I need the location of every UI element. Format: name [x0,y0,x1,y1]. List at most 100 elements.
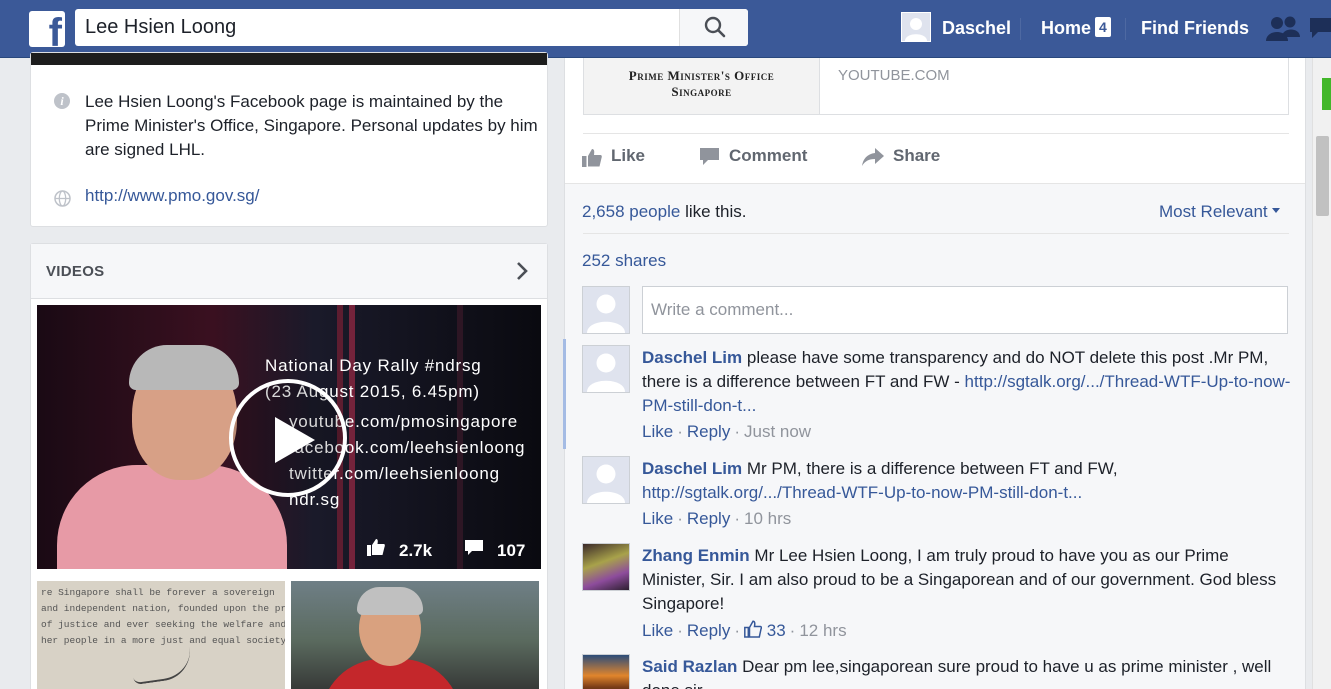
comment-like-button[interactable]: Like [642,509,673,528]
comment-like-number: 33 [766,621,786,640]
like-label: Like [611,146,646,165]
nav-find-friends[interactable]: Find Friends [1141,0,1249,57]
share-arrow-icon [862,148,884,166]
caret-down-icon [1272,208,1281,213]
videos-header[interactable]: VIDEOS [31,244,547,299]
nav-divider [1020,18,1021,40]
comment-input[interactable] [642,286,1288,334]
comment-text: Mr PM, there is a difference between FT … [746,459,1118,478]
info-icon: i [54,93,70,109]
pmo-logo-line2: Singapore [671,84,732,99]
divider [583,133,1289,134]
nav-home[interactable]: Home 4 [1041,0,1111,57]
comment-text: Dear pm lee,singaporean sure proud to ha… [642,657,1272,689]
comment-reply-button[interactable]: Reply [687,509,730,528]
video-comment-count: 107 [497,541,526,560]
play-icon [275,417,315,463]
website-link[interactable]: http://www.pmo.gov.sg/ [85,186,259,206]
nav-home-label: Home [1041,18,1092,38]
nav-user-name[interactable]: Daschel [942,0,1011,57]
featured-video[interactable]: National Day Rally #ndrsg (23 August 201… [37,305,541,569]
pmo-logo-line1: Prime Minister's Office [628,68,775,83]
thumbs-up-icon [367,539,385,556]
likes-count-link[interactable]: 2,658 people [582,202,680,221]
home-notification-badge: 4 [1095,17,1111,37]
link-preview[interactable]: Prime Minister's Office Singapore YOUTUB… [583,58,1289,115]
commenter-avatar[interactable] [582,345,630,393]
videos-card: VIDEOS National Day Rally #ndrsg (23 Aug… [30,243,548,689]
scrollbar-thumb[interactable] [1316,136,1329,216]
comment-button[interactable]: Comment [700,146,808,166]
about-card: i Lee Hsien Loong's Facebook page is mai… [30,52,548,227]
comment-author[interactable]: Daschel Lim [642,459,742,478]
share-button[interactable]: Share [862,146,941,166]
comment-time[interactable]: 12 hrs [799,621,846,640]
likes-summary: 2,658 people like this. [582,202,746,222]
comment-reply-button[interactable]: Reply [687,422,730,441]
default-avatar-icon [583,346,629,392]
comment-icon [700,148,719,165]
comment-like-button[interactable]: Like [642,422,673,441]
chat-online-indicator [1322,78,1331,110]
commenter-avatar[interactable] [582,654,630,689]
video-thumbnail[interactable] [291,581,539,689]
comment-reply-button[interactable]: Reply [687,621,730,640]
video-person [129,345,239,390]
comment-body: Daschel Lim please have some transparenc… [642,346,1292,418]
commenter-avatar[interactable] [582,456,630,504]
default-avatar-icon [583,457,629,503]
comment-body: Daschel Lim Mr PM, there is a difference… [642,457,1292,505]
search-input[interactable] [75,9,679,46]
comment-actions: Like · Reply · 33 · 12 hrs [642,620,847,640]
pmo-logo: Prime Minister's Office Singapore [584,58,820,114]
comment-like-count[interactable]: 33 [744,620,786,640]
cover-strip [31,53,547,65]
user-avatar[interactable] [901,12,931,42]
divider [583,233,1289,234]
like-button[interactable]: Like [582,146,646,167]
video-thumbnail[interactable]: re Singapore shall be forever a sovereig… [37,581,285,689]
likes-suffix: like this. [685,202,747,221]
new-comment-highlight [563,339,566,449]
commenter-avatar[interactable] [582,286,630,334]
comment-body: Zhang Enmin Mr Lee Hsien Loong, I am tru… [642,544,1292,616]
post-column: Prime Minister's Office Singapore YOUTUB… [563,58,1306,689]
comment-actions: Like · Reply · 10 hrs [642,509,792,528]
video-like-count: 2.7k [399,541,433,560]
chevron-right-icon[interactable] [515,261,529,281]
thumbs-up-icon [582,149,602,167]
facebook-logo-icon[interactable]: f [29,11,65,47]
friend-requests-icon[interactable] [1266,15,1300,41]
share-label: Share [893,146,941,165]
comment-label: Comment [729,146,808,165]
messages-icon[interactable] [1310,16,1331,40]
comment-like-button[interactable]: Like [642,621,673,640]
default-avatar-icon [583,287,629,333]
comment-body: Said Razlan Dear pm lee,singaporean sure… [642,655,1292,689]
default-avatar-icon [902,13,930,41]
page-scrollbar[interactable] [1312,58,1331,689]
feedback-section: 2,658 people like this. Most Relevant 25… [563,183,1305,689]
comment-link[interactable]: http://sgtalk.org/.../Thread-WTF-Up-to-n… [642,483,1082,502]
shares-count-link[interactable]: 252 shares [582,251,666,271]
comment-author[interactable]: Daschel Lim [642,348,742,367]
comment-icon [465,540,483,555]
search-icon [704,16,726,38]
video-title-line: National Day Rally #ndrsg [265,356,482,375]
comment-time[interactable]: Just now [744,422,811,441]
link-domain: YOUTUBE.COM [838,67,950,84]
comment-time[interactable]: 10 hrs [744,509,791,528]
comment-author[interactable]: Said Razlan [642,657,737,676]
sort-label: Most Relevant [1159,202,1268,221]
nav-divider [1125,18,1126,40]
globe-icon [54,190,71,207]
play-button[interactable] [229,379,347,497]
thumbs-up-icon [744,620,763,638]
sort-comments-dropdown[interactable]: Most Relevant [1159,202,1281,222]
comment-author[interactable]: Zhang Enmin [642,546,750,565]
page-description: Lee Hsien Loong's Facebook page is maint… [85,92,538,159]
search-button[interactable] [679,9,748,46]
commenter-avatar[interactable] [582,543,630,591]
top-navigation-bar: f Daschel Home4 Find Friends [0,0,1331,58]
signature-graphic [130,646,194,686]
